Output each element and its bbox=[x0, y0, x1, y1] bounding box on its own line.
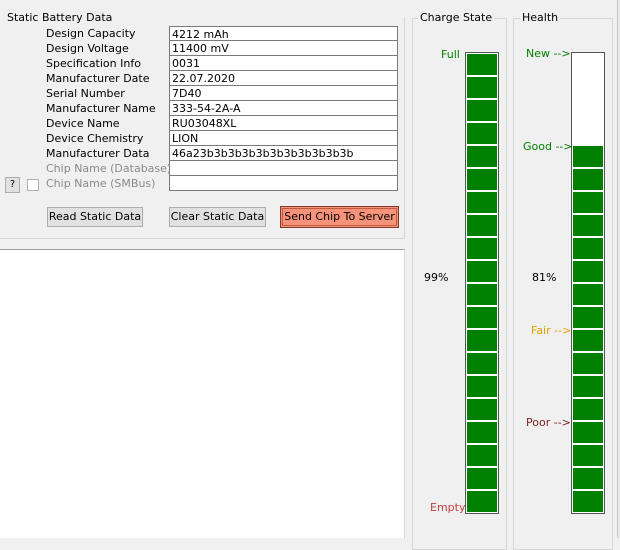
charge-percent: 99% bbox=[424, 271, 449, 284]
health-bar-segment bbox=[573, 445, 603, 466]
health-bar-segment bbox=[573, 238, 603, 259]
health-bar-segment bbox=[573, 261, 603, 282]
charge-empty-label: Empty bbox=[430, 501, 466, 514]
static-data-title: Static Battery Data bbox=[5, 11, 115, 24]
static-row-value[interactable] bbox=[169, 176, 398, 191]
charge-bar-segment bbox=[467, 376, 497, 397]
static-row-value[interactable]: LION bbox=[169, 131, 398, 146]
charge-bar-segment bbox=[467, 77, 497, 98]
charge-bar-segment bbox=[467, 146, 497, 167]
charge-bar-segment bbox=[467, 399, 497, 420]
health-bar-segment bbox=[573, 468, 603, 489]
static-row-label: Manufacturer Date bbox=[46, 72, 150, 85]
health-new-label: New --> bbox=[526, 47, 571, 60]
health-bar-segment bbox=[573, 399, 603, 420]
static-row-label: Device Name bbox=[46, 117, 120, 130]
static-row-label: Serial Number bbox=[46, 87, 125, 100]
static-row-value[interactable] bbox=[169, 161, 398, 176]
clear-static-data-button[interactable]: Clear Static Data bbox=[169, 207, 266, 227]
send-chip-to-server-button[interactable]: Send Chip To Server bbox=[280, 206, 399, 228]
charge-bar-segment bbox=[467, 192, 497, 213]
health-bar-segment bbox=[573, 307, 603, 328]
static-row-value[interactable]: 4212 mAh bbox=[169, 26, 398, 41]
charge-bar-segment bbox=[467, 445, 497, 466]
health-bar-segment bbox=[573, 422, 603, 443]
static-row-label: Design Voltage bbox=[46, 42, 129, 55]
charge-bar-segment bbox=[467, 284, 497, 305]
charge-bar-segment bbox=[467, 307, 497, 328]
health-title: Health bbox=[520, 11, 561, 24]
static-row-value[interactable]: 46a23b3b3b3b3b3b3b3b3b3b3b bbox=[169, 146, 398, 161]
static-row-label: Device Chemistry bbox=[46, 132, 144, 145]
charge-full-label: Full bbox=[441, 48, 460, 61]
static-row-label: Chip Name (Database) bbox=[46, 162, 172, 175]
charge-bar-segment bbox=[467, 353, 497, 374]
charge-bar-segment bbox=[467, 169, 497, 190]
read-static-data-button[interactable]: Read Static Data bbox=[47, 207, 143, 227]
charge-bar-segment bbox=[467, 491, 497, 512]
charge-bar-segment bbox=[467, 100, 497, 121]
health-bar-segment bbox=[573, 169, 603, 190]
static-row-value[interactable]: 7D40 bbox=[169, 86, 398, 101]
charge-level-bar bbox=[465, 52, 499, 514]
health-good-label: Good --> bbox=[523, 140, 573, 153]
health-bar-segment bbox=[573, 192, 603, 213]
smbus-checkbox[interactable] bbox=[27, 179, 39, 191]
health-bar-segment bbox=[573, 376, 603, 397]
static-row-label: Manufacturer Name bbox=[46, 102, 156, 115]
health-bar-segment bbox=[573, 215, 603, 236]
charge-bar-segment bbox=[467, 468, 497, 489]
charge-bar-segment bbox=[467, 422, 497, 443]
static-row-value[interactable]: 333-54-2A-A bbox=[169, 101, 398, 116]
health-bar-segment bbox=[573, 330, 603, 351]
health-fair-label: Fair --> bbox=[531, 324, 572, 337]
charge-bar-segment bbox=[467, 123, 497, 144]
static-row-value[interactable]: RU03048XL bbox=[169, 116, 398, 131]
charge-bar-segment bbox=[467, 215, 497, 236]
charge-bar-segment bbox=[467, 330, 497, 351]
health-poor-label: Poor --> bbox=[526, 416, 571, 429]
health-percent: 81% bbox=[532, 271, 557, 284]
static-row-value[interactable]: 11400 mV bbox=[169, 41, 398, 56]
static-row-label: Design Capacity bbox=[46, 27, 136, 40]
health-bar-segment bbox=[573, 491, 603, 512]
charge-bar-segment bbox=[467, 261, 497, 282]
health-bar-segment bbox=[573, 284, 603, 305]
health-level-bar bbox=[571, 52, 605, 514]
static-row-label: Specification Info bbox=[46, 57, 141, 70]
charge-bar-segment bbox=[467, 54, 497, 75]
help-button[interactable]: ? bbox=[5, 177, 20, 193]
log-output-panel bbox=[0, 249, 405, 538]
static-row-value[interactable]: 0031 bbox=[169, 56, 398, 71]
charge-state-title: Charge State bbox=[418, 11, 495, 24]
health-bar-segment bbox=[573, 353, 603, 374]
health-bar-segment bbox=[573, 146, 603, 167]
static-row-value[interactable]: 22.07.2020 bbox=[169, 71, 398, 86]
static-row-label: Manufacturer Data bbox=[46, 147, 150, 160]
static-row-label: Chip Name (SMBus) bbox=[46, 177, 156, 190]
charge-bar-segment bbox=[467, 238, 497, 259]
